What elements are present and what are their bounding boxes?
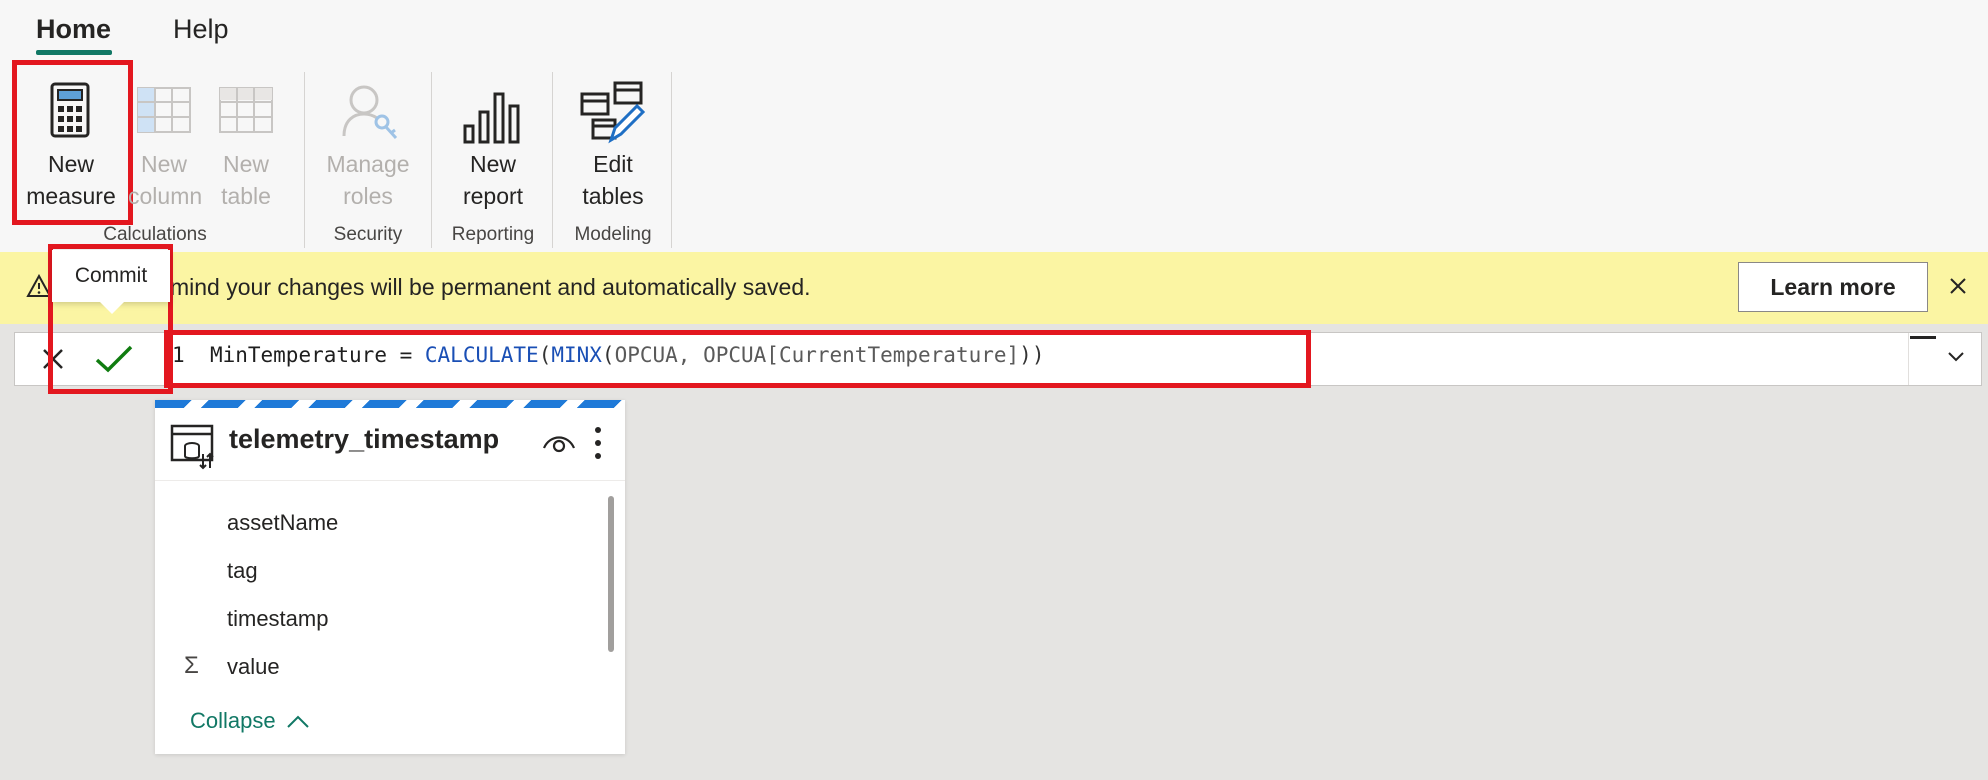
commit-tooltip: Commit [52,250,170,302]
field-item[interactable]: assetName [227,510,338,536]
formula-bar-divider [1908,333,1909,385]
field-item[interactable]: value [227,654,280,680]
tab-help[interactable]: Help [173,14,229,45]
manage-roles-icon [342,85,398,140]
tab-home-underline [36,50,112,55]
group-label-reporting: Reporting [451,224,535,245]
chevron-down-icon[interactable] [1946,350,1966,364]
edit-tables-label-1: Edit [593,151,633,177]
new-column-label-2: column [128,183,203,209]
edit-tables-label-2: tables [582,183,644,209]
highlight-formula [164,330,1311,388]
table-card-divider [155,480,625,481]
bar-chart-icon [463,92,520,144]
new-table-label-2: table [221,183,271,209]
group-label-modeling: Modeling [574,224,652,245]
highlight-new-measure [12,60,133,225]
new-column-button[interactable]: New column [128,64,203,224]
new-table-label-1: New [222,151,269,177]
formula-scroll-thumb[interactable] [1910,336,1936,339]
new-column-icon [137,87,191,133]
field-item[interactable]: tag [227,558,258,584]
edit-tables-button[interactable]: Edit tables [563,64,663,224]
new-report-label-2: report [462,183,524,209]
chevron-up-icon[interactable] [286,714,310,730]
table-card-stripe [155,400,625,408]
group-label-calculations: Calculations [103,224,207,245]
sigma-icon: Σ [184,652,199,679]
collapse-link[interactable]: Collapse [190,708,276,734]
new-table-icon [219,87,273,133]
tab-home[interactable]: Home [36,14,111,45]
group-label-security: Security [333,224,403,245]
learn-more-button[interactable]: Learn more [1738,262,1928,312]
ribbon-separator [552,72,553,248]
tooltip-arrow [98,300,126,314]
new-column-label-1: New [140,151,187,177]
manage-roles-label-2: roles [343,183,393,209]
field-item[interactable]: timestamp [227,606,328,632]
ribbon-separator [671,72,672,248]
ribbon [0,0,1988,253]
calculated-table-icon [170,424,214,470]
more-options-icon[interactable] [594,426,602,460]
new-report-button[interactable]: New report [442,64,544,224]
banner-message: mind your changes will be permanent and … [170,274,811,300]
new-table-button[interactable]: New table [210,64,282,224]
edit-tables-icon [580,81,646,144]
new-report-label-1: New [469,151,516,177]
manage-roles-button[interactable]: Manage roles [316,64,420,224]
table-card-scrollbar[interactable] [608,496,614,652]
eye-icon[interactable] [542,432,576,454]
manage-roles-label-1: Manage [326,151,410,177]
ribbon-separator [304,72,305,248]
close-banner-icon[interactable] [1948,276,1968,296]
table-title: telemetry_timestamp [229,424,500,454]
ribbon-separator [431,72,432,248]
